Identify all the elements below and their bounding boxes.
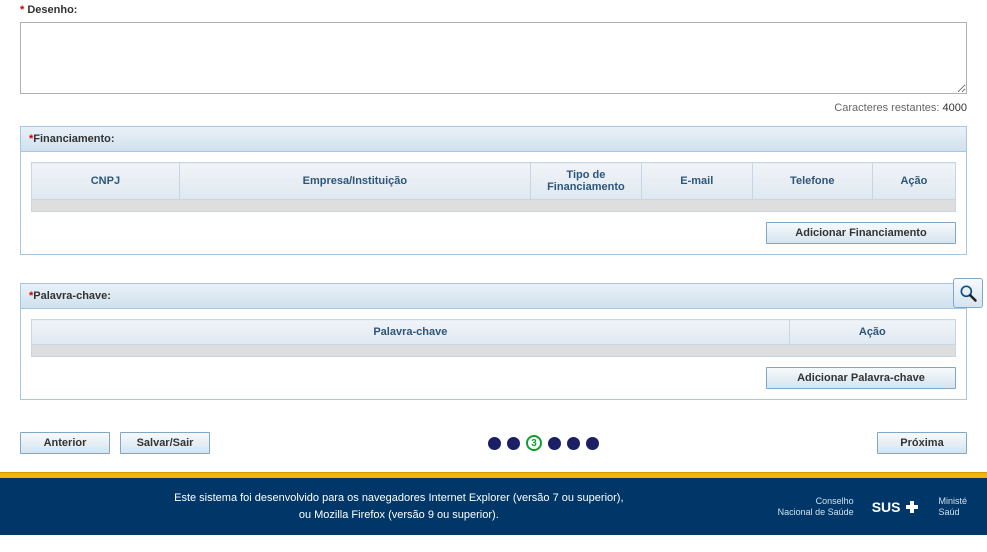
logo-sus: SUS [872,499,921,515]
step-1[interactable] [488,437,501,450]
col-acao-palavra: Ação [789,320,955,345]
anterior-button[interactable]: Anterior [20,432,110,454]
footer: Este sistema foi desenvolvido para os na… [0,478,987,535]
salvar-sair-button[interactable]: Salvar/Sair [120,432,210,454]
palavra-chave-header: *Palavra-chave: [21,284,966,309]
char-remaining-label: Caracteres restantes: 4000 [20,98,967,126]
financiamento-header: *Financiamento: [21,127,966,152]
col-email: E-mail [641,163,752,200]
char-remaining-value: 4000 [943,102,967,114]
step-indicator: 3 [488,435,599,451]
palavra-chave-table: Palavra-chave Ação [31,319,956,357]
nav-bar: Anterior Salvar/Sair 3 Próxima [20,428,967,472]
step-5[interactable] [567,437,580,450]
col-telefone: Telefone [752,163,872,200]
adicionar-palavra-chave-button[interactable]: Adicionar Palavra-chave [766,367,956,389]
col-tipo: Tipo de Financiamento [530,163,641,200]
step-2[interactable] [507,437,520,450]
footer-logos: Conselho Nacional de Saúde SUS Ministé S… [778,496,967,518]
required-asterisk: * [20,4,24,16]
step-3-active[interactable]: 3 [526,435,542,451]
palavra-chave-section: *Palavra-chave: Palavra-chave Ação Adici… [20,283,967,400]
footer-text: Este sistema foi desenvolvido para os na… [20,490,778,523]
logo-ministerio: Ministé Saúd [938,496,967,518]
health-cross-icon [904,499,920,515]
step-6[interactable] [586,437,599,450]
palavra-scroller[interactable] [32,345,956,357]
col-palavra: Palavra-chave [32,320,790,345]
magnifier-icon [958,283,978,303]
proxima-button[interactable]: Próxima [877,432,967,454]
financiamento-section: *Financiamento: CNPJ Empresa/Instituição… [20,126,967,255]
col-cnpj: CNPJ [32,163,180,200]
financiamento-table: CNPJ Empresa/Instituição Tipo de Financi… [31,162,956,212]
adicionar-financiamento-button[interactable]: Adicionar Financiamento [766,222,956,244]
desenho-textarea[interactable] [21,23,966,93]
zoom-tool-button[interactable] [953,278,983,308]
financiamento-scroller[interactable] [32,200,956,212]
step-4[interactable] [548,437,561,450]
logo-conselho: Conselho Nacional de Saúde [778,496,854,518]
col-empresa: Empresa/Instituição [179,163,530,200]
desenho-textarea-wrap [20,22,967,94]
desenho-label: * Desenho: [20,0,967,22]
col-acao: Ação [872,163,955,200]
